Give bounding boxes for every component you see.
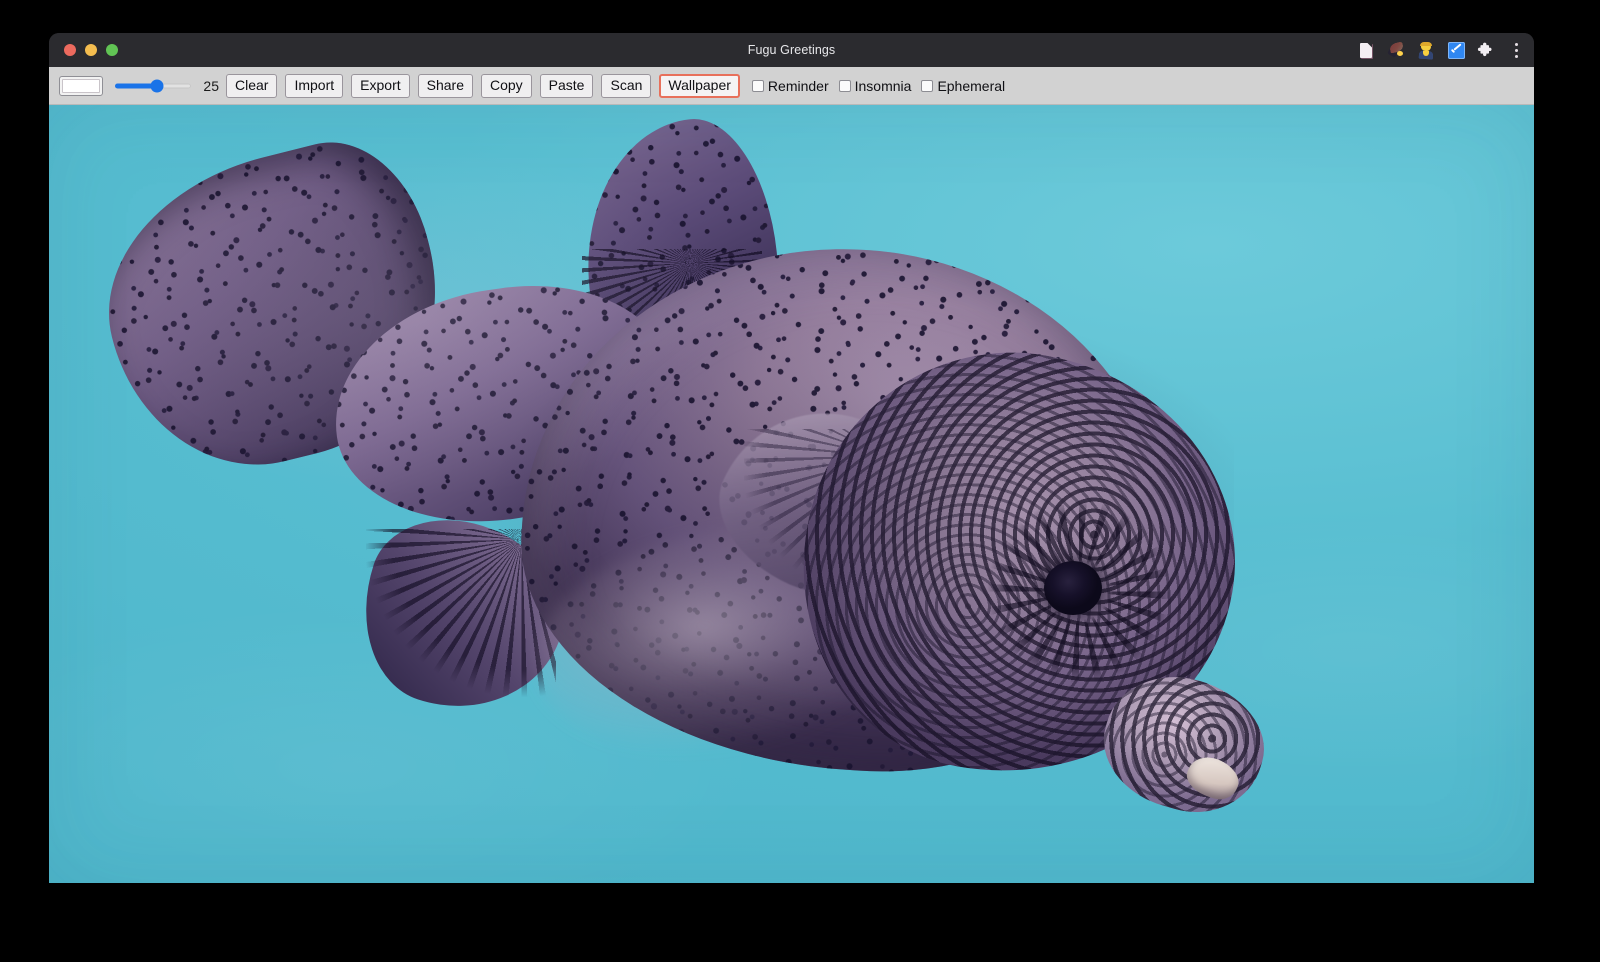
ephemeral-checkbox-label: Ephemeral bbox=[937, 78, 1005, 94]
pufferfish-image bbox=[104, 105, 1234, 839]
slider-thumb[interactable] bbox=[150, 79, 163, 92]
line-width-slider[interactable] bbox=[115, 76, 191, 96]
paste-button[interactable]: Paste bbox=[540, 74, 594, 98]
titlebar-actions bbox=[1356, 33, 1526, 67]
blue-badge-extension-icon[interactable] bbox=[1446, 40, 1466, 60]
profile-avatar-icon[interactable] bbox=[1416, 40, 1436, 60]
clear-button[interactable]: Clear bbox=[226, 74, 277, 98]
slider-value-label: 25 bbox=[201, 78, 219, 94]
color-picker-swatch bbox=[62, 79, 100, 93]
toolbar: 25 Clear Import Export Share Copy Paste … bbox=[49, 67, 1534, 105]
fish-eye bbox=[1044, 561, 1102, 615]
reminder-checkbox[interactable]: Reminder bbox=[752, 78, 829, 94]
maximize-window-button[interactable] bbox=[106, 44, 118, 56]
color-picker[interactable] bbox=[59, 76, 103, 96]
screen: Fugu Greetings bbox=[0, 0, 1600, 962]
copy-button[interactable]: Copy bbox=[481, 74, 532, 98]
title-bar: Fugu Greetings bbox=[49, 33, 1534, 67]
traffic-lights bbox=[64, 44, 118, 56]
ephemeral-checkbox-box[interactable] bbox=[921, 80, 933, 92]
scan-button[interactable]: Scan bbox=[601, 74, 651, 98]
insomnia-checkbox-label: Insomnia bbox=[855, 78, 912, 94]
app-window: Fugu Greetings bbox=[49, 33, 1534, 883]
toolbar-checkboxes: Reminder Insomnia Ephemeral bbox=[752, 78, 1015, 94]
kebab-menu-icon[interactable] bbox=[1506, 40, 1526, 60]
puzzle-extensions-icon[interactable] bbox=[1476, 40, 1496, 60]
reminder-checkbox-label: Reminder bbox=[768, 78, 829, 94]
ephemeral-checkbox[interactable]: Ephemeral bbox=[921, 78, 1005, 94]
minimize-window-button[interactable] bbox=[85, 44, 97, 56]
share-button[interactable]: Share bbox=[418, 74, 473, 98]
drawing-canvas[interactable] bbox=[49, 105, 1534, 883]
window-title: Fugu Greetings bbox=[49, 33, 1534, 67]
rocket-extension-icon[interactable] bbox=[1386, 40, 1406, 60]
page-icon[interactable] bbox=[1356, 40, 1376, 60]
insomnia-checkbox[interactable]: Insomnia bbox=[839, 78, 912, 94]
close-window-button[interactable] bbox=[64, 44, 76, 56]
reminder-checkbox-box[interactable] bbox=[752, 80, 764, 92]
import-button[interactable]: Import bbox=[285, 74, 343, 98]
wallpaper-button[interactable]: Wallpaper bbox=[659, 74, 740, 98]
insomnia-checkbox-box[interactable] bbox=[839, 80, 851, 92]
export-button[interactable]: Export bbox=[351, 74, 409, 98]
